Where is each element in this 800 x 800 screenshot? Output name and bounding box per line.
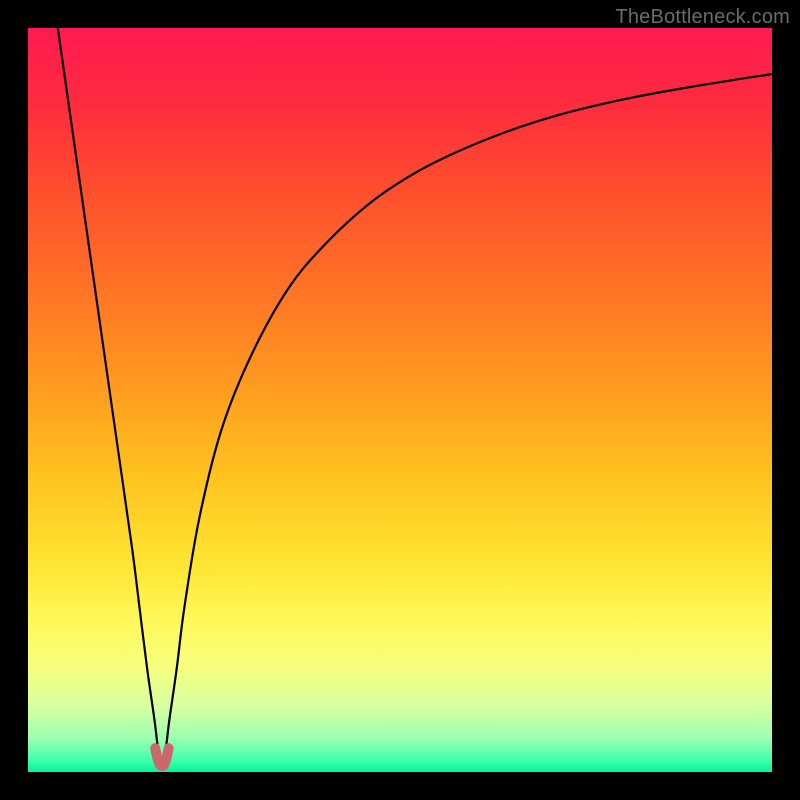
chart-svg — [28, 28, 772, 772]
plot-area — [28, 28, 772, 772]
watermark-text: TheBottleneck.com — [615, 6, 790, 29]
outer-frame: TheBottleneck.com — [0, 0, 800, 800]
gradient-background — [28, 28, 772, 772]
